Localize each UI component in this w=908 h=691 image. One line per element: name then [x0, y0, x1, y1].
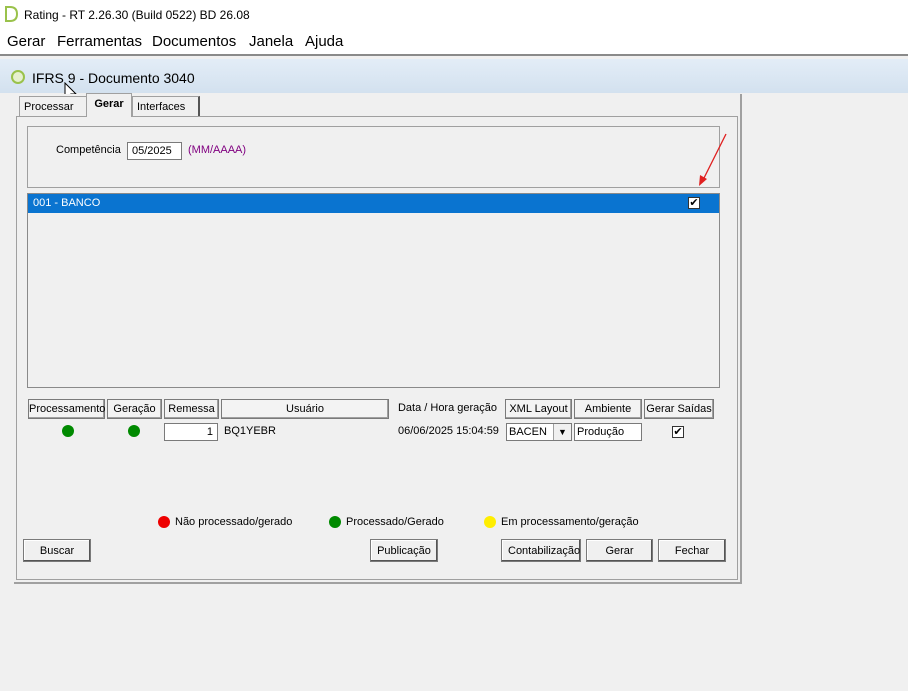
xml-layout-select[interactable]: BACEN ▼ [506, 423, 572, 441]
header-xml-layout[interactable]: XML Layout [505, 399, 572, 419]
legend-red-dot [158, 516, 170, 528]
remessa-input[interactable] [164, 423, 218, 441]
child-window-title: IFRS 9 - Documento 3040 [32, 70, 195, 86]
usuario-value: BQ1YEBR [224, 425, 276, 437]
competencia-input[interactable] [127, 142, 182, 160]
header-remessa[interactable]: Remessa [164, 399, 219, 419]
tab-gerar[interactable]: Gerar [86, 93, 132, 117]
header-usuario[interactable]: Usuário [221, 399, 389, 419]
app-title: Rating - RT 2.26.30 (Build 0522) BD 26.0… [24, 8, 250, 22]
processamento-status-dot [62, 425, 74, 437]
contabilizacao-button[interactable]: Contabilização [501, 539, 581, 562]
menu-ajuda[interactable]: Ajuda [305, 33, 343, 50]
legend-processado: Processado/Gerado [346, 516, 444, 528]
header-data-hora: Data / Hora geração [397, 402, 498, 414]
document-icon [11, 70, 25, 84]
competencia-label: Competência [56, 144, 121, 156]
gerar-button[interactable]: Gerar [586, 539, 653, 562]
geracao-status-dot [128, 425, 140, 437]
legend-nao-processado: Não processado/gerado [175, 516, 293, 528]
list-item-checkbox[interactable]: ✔ [688, 197, 700, 209]
data-hora-value: 06/06/2025 15:04:59 [398, 425, 499, 437]
gerar-saidas-checkbox[interactable]: ✔ [672, 426, 684, 438]
chevron-down-icon[interactable]: ▼ [553, 424, 571, 440]
legend-green-dot [329, 516, 341, 528]
header-geracao[interactable]: Geração [107, 399, 162, 419]
fechar-button[interactable]: Fechar [658, 539, 726, 562]
ambiente-input[interactable] [574, 423, 642, 441]
list-item[interactable]: 001 - BANCO ✔ [28, 194, 719, 213]
header-ambiente[interactable]: Ambiente [574, 399, 642, 419]
publicacao-button[interactable]: Publicação [370, 539, 438, 562]
legend-yellow-dot [484, 516, 496, 528]
xml-layout-value: BACEN [509, 426, 547, 438]
list-item-label: 001 - BANCO [33, 197, 101, 209]
menu-bar: Gerar Ferramentas Documentos Janela Ajud… [0, 30, 908, 54]
menu-documentos[interactable]: Documentos [152, 33, 236, 50]
competencia-format-hint: (MM/AAAA) [188, 144, 247, 156]
app-logo-icon [5, 6, 18, 22]
header-processamento[interactable]: Processamento [28, 399, 105, 419]
legend-em-processamento: Em processamento/geração [501, 516, 639, 528]
annotation-arrow-icon [699, 133, 727, 186]
menu-ferramentas[interactable]: Ferramentas [57, 33, 142, 50]
menu-janela[interactable]: Janela [249, 33, 293, 50]
tab-processar[interactable]: Processar [19, 96, 87, 116]
bank-listbox[interactable] [27, 193, 720, 388]
tab-interfaces[interactable]: Interfaces [132, 96, 200, 116]
app-titlebar: Rating - RT 2.26.30 (Build 0522) BD 26.0… [0, 0, 908, 30]
menu-gerar[interactable]: Gerar [7, 33, 45, 50]
buscar-button[interactable]: Buscar [23, 539, 91, 562]
header-gerar-saidas[interactable]: Gerar Saídas [644, 399, 714, 419]
